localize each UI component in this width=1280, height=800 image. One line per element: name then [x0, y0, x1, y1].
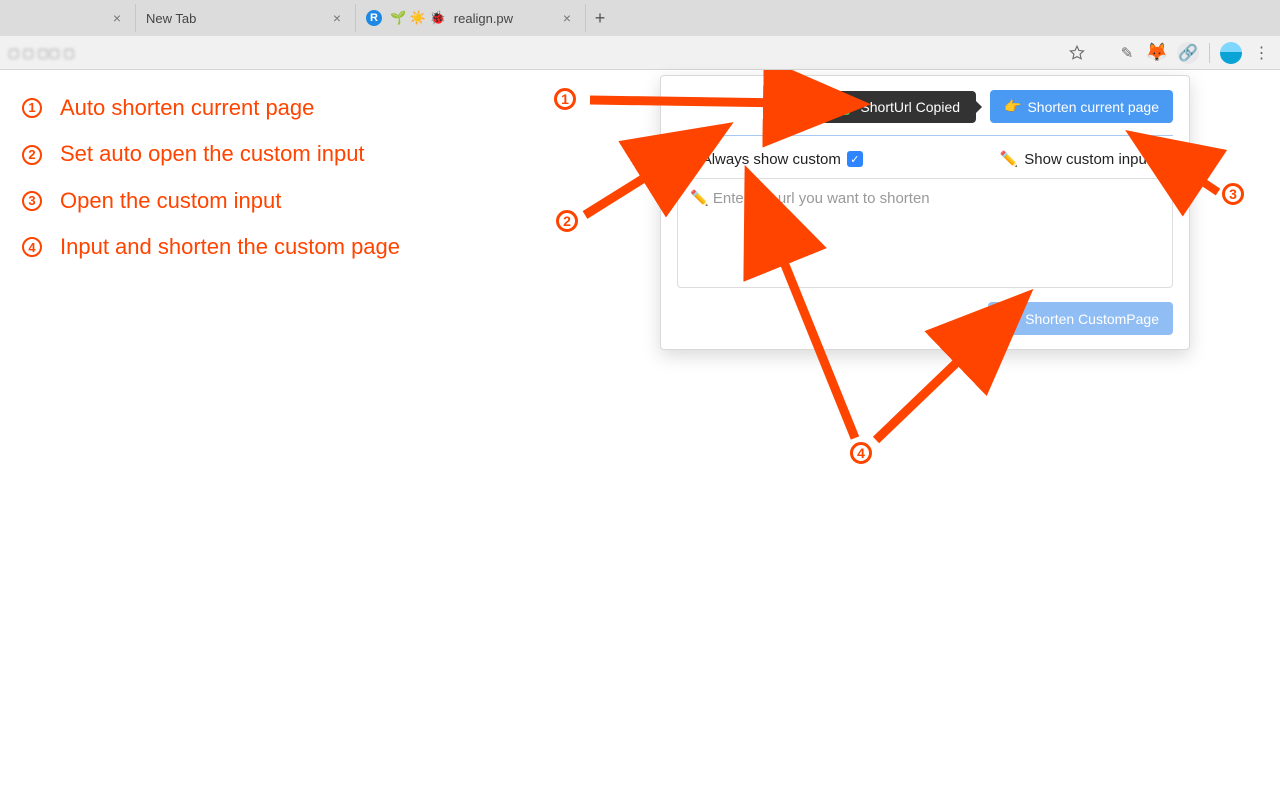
popup-footer-row: 👇 Shorten CustomPage: [661, 288, 1189, 335]
toolbar-right: ✎ 🦊 🔗 ⋮: [1067, 42, 1272, 64]
kebab-menu-icon[interactable]: ⋮: [1252, 43, 1272, 63]
browser-tab-blank[interactable]: ×: [6, 4, 136, 32]
feature-number: 2: [22, 145, 42, 165]
pencil-extension-icon[interactable]: ✎: [1117, 43, 1137, 63]
checkbox-checked-icon[interactable]: ✓: [1157, 151, 1173, 167]
tab-title: realign.pw: [454, 11, 513, 26]
copied-toast: ✓ ShortUrl Copied: [822, 91, 976, 123]
checkbox-checked-icon[interactable]: ✓: [847, 151, 863, 167]
feature-item-4: 4 Input and shorten the custom page: [22, 234, 400, 260]
shorten-current-page-button[interactable]: 👉 Shorten current page: [990, 90, 1173, 123]
toolbar-left-blurred: ▢ ▢ ▢▢ ▢: [8, 46, 75, 60]
button-label: Shorten current page: [1027, 99, 1159, 115]
annotation-circle-4: 4: [850, 442, 872, 464]
tab-title: New Tab: [146, 11, 196, 26]
annotation-circle-3: 3: [1222, 183, 1244, 205]
page-content: 1 Auto shorten current page 2 Set auto o…: [0, 70, 1280, 800]
pin-icon: 📌: [677, 150, 696, 168]
favicon-r-icon: R: [366, 10, 382, 26]
show-custom-input-option[interactable]: ✏️ Show custom input ✓: [1000, 150, 1173, 168]
shorten-custom-page-button[interactable]: 👇 Shorten CustomPage: [988, 302, 1173, 335]
feature-item-1: 1 Auto shorten current page: [22, 95, 400, 121]
browser-tab-realign[interactable]: R 🌱 ☀️ 🐞 realign.pw ×: [356, 4, 586, 32]
feature-label: Open the custom input: [60, 188, 281, 214]
browser-tab-newtab[interactable]: New Tab ×: [136, 4, 356, 32]
gitlab-extension-icon[interactable]: 🦊: [1147, 43, 1167, 63]
toolbar-separator: [1209, 43, 1210, 63]
new-tab-button[interactable]: +: [586, 4, 614, 32]
check-icon: ✓: [834, 99, 850, 115]
browser-toolbar: ▢ ▢ ▢▢ ▢ ✎ 🦊 🔗 ⋮: [0, 36, 1280, 70]
feature-number: 3: [22, 191, 42, 211]
feature-number: 4: [22, 237, 42, 257]
feature-number: 1: [22, 98, 42, 118]
tab-emoji: 🌱 ☀️ 🐞: [390, 10, 446, 26]
feature-item-3: 3 Open the custom input: [22, 188, 400, 214]
feature-list: 1 Auto shorten current page 2 Set auto o…: [22, 95, 400, 281]
close-icon[interactable]: ×: [559, 10, 575, 26]
annotation-circle-2: 2: [556, 210, 578, 232]
profile-avatar-icon[interactable]: [1220, 42, 1242, 64]
shortener-extension-icon[interactable]: 🔗: [1177, 42, 1199, 64]
pencil-icon: ✏️: [1000, 150, 1019, 168]
feature-label: Auto shorten current page: [60, 95, 314, 121]
popup-header-row: ✓ ShortUrl Copied 👉 Shorten current page: [661, 76, 1189, 135]
always-show-custom-option[interactable]: 📌 Always show custom ✓: [677, 150, 863, 168]
point-down-icon: 👇: [1002, 310, 1019, 327]
annotation-circle-1: 1: [554, 88, 576, 110]
option-label: Always show custom: [702, 151, 841, 168]
extension-popup: ✓ ShortUrl Copied 👉 Shorten current page…: [660, 75, 1190, 350]
button-label: Shorten CustomPage: [1025, 311, 1159, 327]
custom-url-input[interactable]: ✏️ Enter the url you want to shorten: [677, 178, 1173, 288]
toast-text: ShortUrl Copied: [860, 99, 960, 115]
point-right-icon: 👉: [1004, 98, 1021, 115]
feature-label: Input and shorten the custom page: [60, 234, 400, 260]
option-label: Show custom input: [1024, 151, 1151, 168]
feature-item-2: 2 Set auto open the custom input: [22, 141, 400, 167]
input-placeholder: ✏️ Enter the url you want to shorten: [690, 190, 930, 207]
bookmark-star-icon[interactable]: [1067, 43, 1087, 63]
browser-tabstrip: × New Tab × R 🌱 ☀️ 🐞 realign.pw × +: [0, 0, 1280, 36]
popup-options-row: 📌 Always show custom ✓ ✏️ Show custom in…: [661, 136, 1189, 178]
close-icon[interactable]: ×: [329, 10, 345, 26]
close-icon[interactable]: ×: [109, 10, 125, 26]
feature-label: Set auto open the custom input: [60, 141, 365, 167]
